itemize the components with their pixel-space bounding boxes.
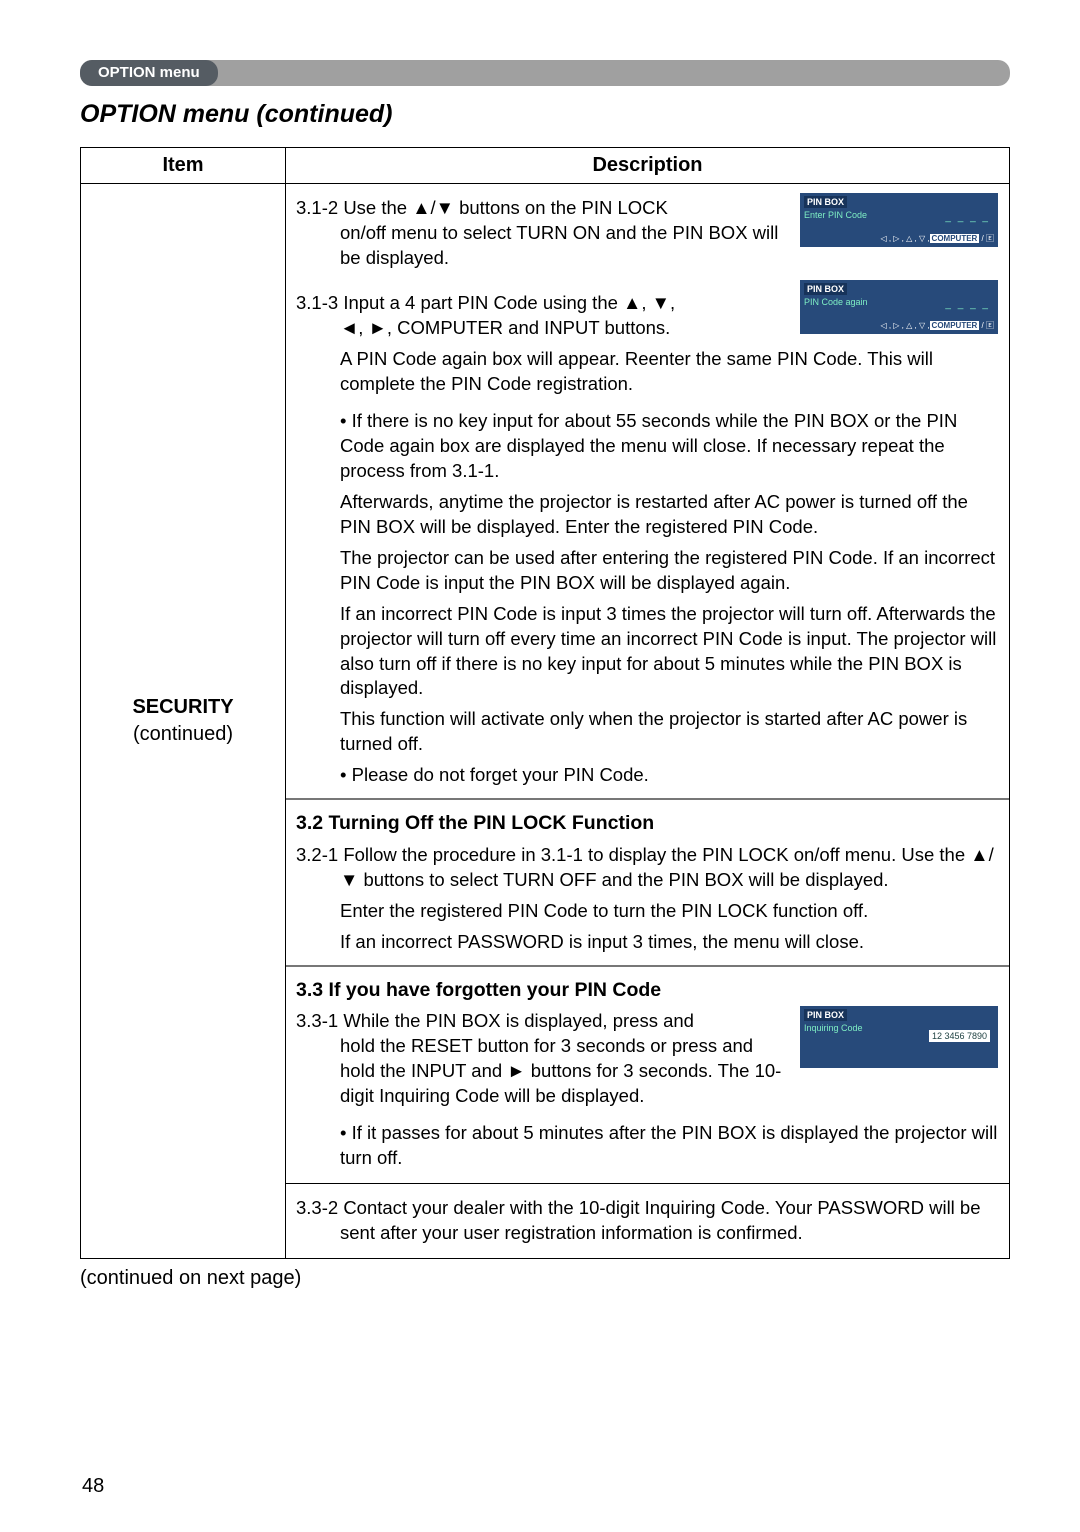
step-lead: 3.2-1 <box>296 844 343 865</box>
document-page: OPTION menu OPTION menu (continued) Item… <box>0 0 1080 1532</box>
item-cell-security: SECURITY (continued) <box>81 184 286 1259</box>
pin-box-header: PIN BOX <box>804 283 847 295</box>
step-text: ◄, ►, COMPUTER and INPUT buttons. <box>340 317 670 338</box>
bullet-note: • If it passes for about 5 minutes after… <box>296 1121 999 1171</box>
paragraph: If an incorrect PIN Code is input 3 time… <box>296 602 999 702</box>
separator-line <box>286 965 1009 967</box>
description-cell-2: 3.3-2 Contact your dealer with the 10-di… <box>286 1183 1010 1258</box>
step-text: hold the RESET button for 3 seconds or p… <box>340 1035 781 1106</box>
bullet-note: • Please do not forget your PIN Code. <box>296 763 999 788</box>
pin-box-illustration-enter: PIN BOX Enter PIN Code _ _ _ _ ◁ , ▷ , △… <box>799 192 999 248</box>
pin-box-header: PIN BOX <box>804 1009 847 1021</box>
step-lead: 3.1-3 <box>296 292 343 313</box>
pin-box-footer: ◁ , ▷ , △ , ▽ ,COMPUTER / 🄴 <box>880 321 994 332</box>
step-text: While the PIN BOX is displayed, press an… <box>343 1010 694 1031</box>
step-text: on/off menu to select TURN ON and the PI… <box>340 222 778 268</box>
paragraph: The projector can be used after entering… <box>296 546 999 596</box>
item-name: SECURITY <box>87 694 279 721</box>
step-text: Contact your dealer with the 10-digit In… <box>340 1197 981 1243</box>
paragraph: This function will activate only when th… <box>296 707 999 757</box>
header-description: Description <box>286 148 1010 184</box>
pin-box-illustration-again: PIN BOX PIN Code again _ _ _ _ ◁ , ▷ , △… <box>799 279 999 335</box>
step-3-2-1: 3.2-1 Follow the procedure in 3.1-1 to d… <box>296 843 999 893</box>
pin-box-dashes: _ _ _ _ <box>945 298 990 312</box>
step-text: Input a 4 part PIN Code using the ▲, ▼, <box>343 292 675 313</box>
step-lead: 3.3-1 <box>296 1010 343 1031</box>
section-tab-bar: OPTION menu <box>80 60 1010 86</box>
pin-box-number: 12 3456 7890 <box>929 1030 990 1042</box>
separator-line <box>286 798 1009 800</box>
description-cell-1: PIN BOX Enter PIN Code _ _ _ _ ◁ , ▷ , △… <box>286 184 1010 1184</box>
pin-box-dashes: _ _ _ _ <box>945 211 990 225</box>
paragraph: Afterwards, anytime the projector is res… <box>296 490 999 540</box>
step-text: Use the ▲/▼ buttons on the PIN LOCK <box>343 197 668 218</box>
subsection-heading-3-3: 3.3 If you have forgotten your PIN Code <box>296 977 999 1003</box>
step-lead: 3.1-2 <box>296 197 343 218</box>
pin-box-header: PIN BOX <box>804 196 847 208</box>
continued-note: (continued on next page) <box>80 1267 1010 1290</box>
table-row: SECURITY (continued) PIN BOX Enter PIN C… <box>81 184 1010 1184</box>
step-lead: 3.3-2 <box>296 1197 343 1218</box>
content-table: Item Description SECURITY (continued) PI… <box>80 147 1010 1259</box>
subsection-heading-3-2: 3.2 Turning Off the PIN LOCK Function <box>296 810 999 836</box>
step-text: Enter the registered PIN Code to turn th… <box>296 899 999 924</box>
bullet-note: • If there is no key input for about 55 … <box>296 409 999 484</box>
pin-box-footer: ◁ , ▷ , △ , ▽ ,COMPUTER / 🄴 <box>880 234 994 245</box>
page-number: 48 <box>82 1475 104 1498</box>
header-item: Item <box>81 148 286 184</box>
step-text: A PIN Code again box will appear. Reente… <box>296 347 999 397</box>
page-title: OPTION menu (continued) <box>80 100 1010 129</box>
table-header-row: Item Description <box>81 148 1010 184</box>
pin-box-illustration-inquiring: PIN BOX Inquiring Code 12 3456 7890 <box>799 1005 999 1069</box>
step-text: If an incorrect PASSWORD is input 3 time… <box>296 930 999 955</box>
step-text: Follow the procedure in 3.1-1 to display… <box>340 844 994 890</box>
item-note: (continued) <box>87 721 279 748</box>
section-tab-label: OPTION menu <box>80 60 218 86</box>
step-3-3-2: 3.3-2 Contact your dealer with the 10-di… <box>296 1196 999 1246</box>
